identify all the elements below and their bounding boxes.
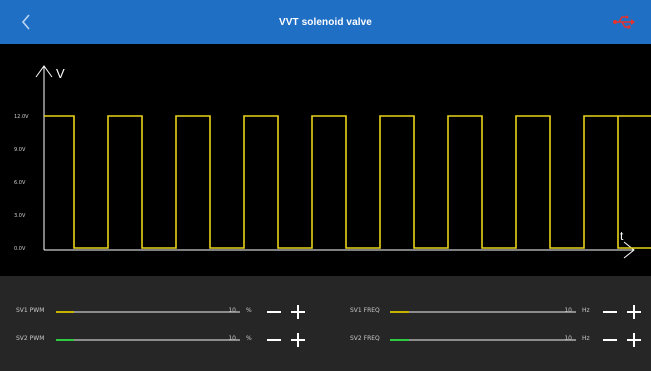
sv2-freq-increase-button[interactable]	[624, 330, 644, 350]
sv2-freq-unit: Hz	[582, 335, 590, 342]
minus-icon	[267, 311, 281, 313]
sv2-pwm-unit: %	[246, 335, 252, 342]
usb-icon	[613, 15, 635, 29]
waveform-series-line	[44, 115, 651, 249]
sv1-pwm-label: SV1 PWM	[16, 307, 45, 314]
sv2-freq-slider-fill	[390, 339, 409, 341]
y-tick-label: 3.0V	[14, 213, 26, 219]
title-bar: VVT solenoid valve	[0, 0, 651, 44]
sv1-freq-control: SV1 FREQ 10 Hz	[350, 302, 642, 322]
minus-icon	[603, 339, 617, 341]
waveform-chart: V t 12.0V 9.0V 6.0V 3.0V 0.0V	[14, 65, 651, 259]
y-tick-label: 0.0V	[14, 246, 26, 252]
sv2-pwm-slider-fill	[56, 339, 75, 341]
sv2-pwm-control: SV2 PWM 10 %	[16, 330, 306, 350]
sv1-freq-slider[interactable]	[390, 311, 576, 313]
sv1-freq-value: 10	[564, 307, 572, 314]
sv2-freq-decrease-button[interactable]	[600, 330, 620, 350]
chevron-left-icon	[21, 14, 30, 30]
sv1-freq-unit: Hz	[582, 307, 590, 314]
sv1-pwm-value: 10	[228, 307, 236, 314]
usb-status-button[interactable]	[611, 12, 637, 32]
minus-icon	[603, 311, 617, 313]
sv1-freq-increase-button[interactable]	[624, 302, 644, 322]
y-tick-label: 6.0V	[14, 180, 26, 186]
sv2-pwm-value: 10	[228, 335, 236, 342]
minus-icon	[267, 339, 281, 341]
sv2-freq-slider[interactable]	[390, 339, 576, 341]
sv1-pwm-slider[interactable]	[56, 311, 240, 313]
sv1-pwm-increase-button[interactable]	[288, 302, 308, 322]
sv1-freq-label: SV1 FREQ	[350, 307, 380, 314]
y-tick-label: 9.0V	[14, 147, 26, 153]
sv2-pwm-label: SV2 PWM	[16, 335, 45, 342]
sv1-pwm-slider-fill	[56, 311, 75, 313]
control-panel: SV1 PWM 10 % SV2 PWM 10 % SV1 FREQ 10 Hz…	[0, 276, 651, 371]
sv1-pwm-control: SV1 PWM 10 %	[16, 302, 306, 322]
sv2-pwm-slider[interactable]	[56, 339, 240, 341]
sv1-pwm-unit: %	[246, 307, 252, 314]
sv2-freq-value: 10	[564, 335, 572, 342]
y-tick-label: 12.0V	[14, 114, 29, 120]
x-axis-label: t	[620, 229, 624, 243]
oscilloscope-panel: V t 12.0V 9.0V 6.0V 3.0V 0.0V	[0, 44, 651, 276]
y-axis-label: V	[56, 66, 65, 81]
back-button[interactable]	[14, 10, 38, 34]
sv2-pwm-decrease-button[interactable]	[264, 330, 284, 350]
sv2-pwm-increase-button[interactable]	[288, 330, 308, 350]
sv2-freq-control: SV2 FREQ 10 Hz	[350, 330, 642, 350]
sv1-pwm-decrease-button[interactable]	[264, 302, 284, 322]
page-title: VVT solenoid valve	[279, 16, 372, 28]
sv2-freq-label: SV2 FREQ	[350, 335, 380, 342]
sv1-freq-decrease-button[interactable]	[600, 302, 620, 322]
sv1-freq-slider-fill	[390, 311, 409, 313]
